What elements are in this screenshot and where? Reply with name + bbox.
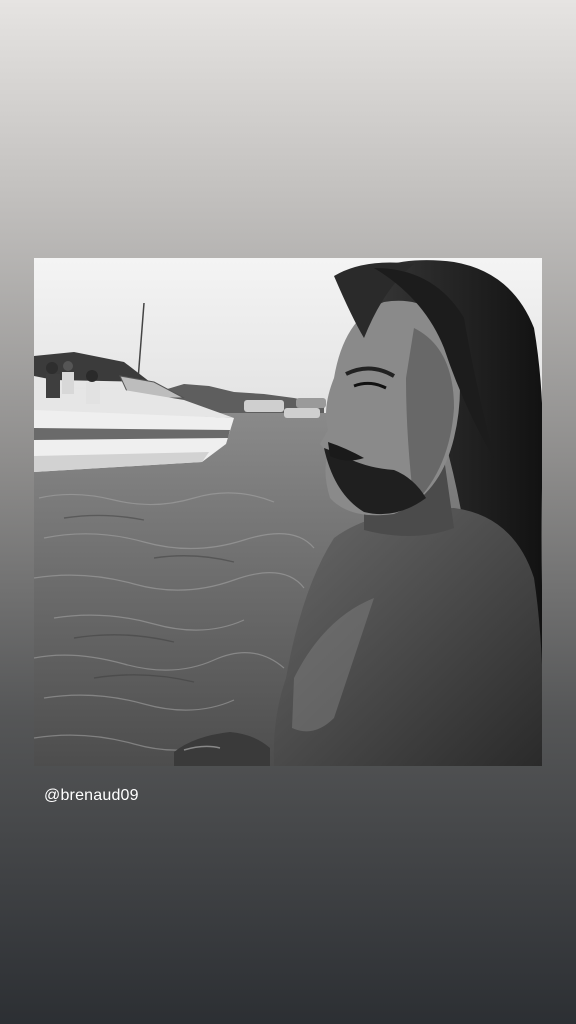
mention-sticker[interactable]: @brenaud09 bbox=[44, 785, 139, 807]
story-photo bbox=[34, 258, 542, 766]
